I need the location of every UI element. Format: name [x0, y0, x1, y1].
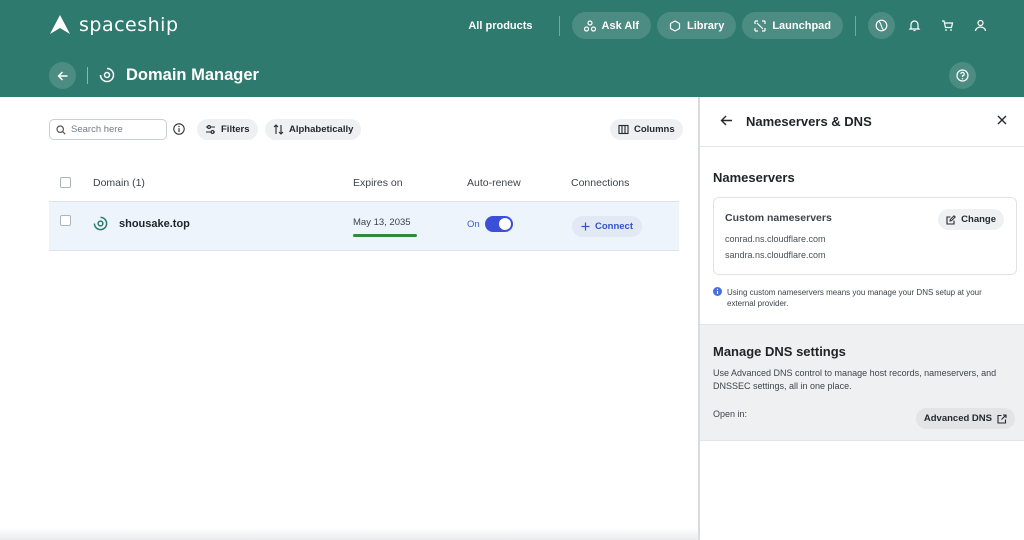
- custom-nameservers-label: Custom nameservers: [725, 212, 832, 224]
- arrow-left-icon: [57, 71, 67, 80]
- launchpad-button[interactable]: Launchpad: [742, 12, 843, 39]
- launchpad-icon: [754, 19, 766, 32]
- bell-icon: [908, 20, 921, 32]
- sort-arrows-icon: [273, 124, 284, 135]
- nameservers-note: Using custom nameservers means you manag…: [727, 288, 982, 308]
- edit-icon: [946, 214, 957, 225]
- footer-shadow: [0, 528, 698, 540]
- column-header-domain[interactable]: Domain (1): [93, 177, 145, 189]
- ask-alf-label: Ask Alf: [601, 19, 640, 32]
- plus-icon: [581, 222, 590, 231]
- nameservers-dns-panel: Nameservers & DNS Nameservers Custom nam…: [698, 97, 1024, 540]
- globe-icon: [875, 19, 888, 32]
- change-nameservers-button[interactable]: Change: [938, 209, 1004, 230]
- hexagon-icon: [669, 19, 681, 32]
- page-title: Domain Manager: [126, 66, 259, 84]
- info-icon: [713, 287, 722, 296]
- library-button[interactable]: Library: [657, 12, 737, 39]
- external-link-icon: [997, 413, 1007, 424]
- notifications-button[interactable]: [901, 12, 928, 39]
- expiry-progress-fill: [353, 234, 417, 237]
- autorenew-status: On: [467, 219, 480, 230]
- nameserver-2: sandra.ns.cloudflare.com: [725, 250, 826, 260]
- autorenew-toggle[interactable]: [485, 216, 513, 232]
- search-input[interactable]: [71, 124, 161, 135]
- top-nav: All products Ask Alf Library Launchpad: [454, 12, 994, 39]
- help-icon: [956, 69, 969, 82]
- all-products-link[interactable]: All products: [454, 20, 546, 32]
- columns-button[interactable]: Columns: [610, 119, 683, 140]
- open-in-label: Open in:: [713, 409, 748, 419]
- top-header: spaceship All products Ask Alf Library L…: [0, 0, 1024, 97]
- nameservers-heading: Nameservers: [713, 170, 795, 185]
- close-icon[interactable]: [996, 114, 1008, 126]
- dns-settings-description: Use Advanced DNS control to manage host …: [713, 368, 997, 391]
- sort-button[interactable]: Alphabetically: [265, 119, 362, 140]
- change-label: Change: [961, 214, 996, 225]
- title-divider: [87, 67, 88, 84]
- advanced-dns-label: Advanced DNS: [923, 413, 992, 424]
- spaceship-logo-icon: [50, 15, 70, 34]
- nameservers-card: Custom nameservers Change conrad.ns.clou…: [713, 197, 1017, 275]
- column-header-expires[interactable]: Expires on: [353, 177, 403, 189]
- cart-icon: [942, 20, 954, 31]
- domain-target-icon: [99, 67, 115, 83]
- search-icon: [56, 124, 66, 135]
- expiry-date: May 13, 2035: [353, 217, 411, 228]
- back-button[interactable]: [49, 62, 76, 89]
- cart-button[interactable]: [934, 12, 961, 39]
- column-header-connections[interactable]: Connections: [571, 177, 629, 189]
- columns-label: Columns: [634, 124, 675, 135]
- user-icon: [974, 19, 987, 32]
- search-box[interactable]: [49, 119, 167, 140]
- connect-label: Connect: [595, 221, 633, 232]
- info-icon[interactable]: [173, 123, 185, 135]
- panel-title: Nameservers & DNS: [746, 114, 872, 129]
- account-button[interactable]: [967, 12, 994, 39]
- advanced-dns-button[interactable]: Advanced DNS: [915, 408, 1015, 429]
- panel-header: Nameservers & DNS: [700, 97, 1024, 147]
- nameserver-1: conrad.ns.cloudflare.com: [725, 234, 826, 244]
- connect-button[interactable]: Connect: [572, 216, 642, 237]
- row-checkbox[interactable]: [60, 215, 71, 226]
- sliders-icon: [206, 125, 215, 134]
- expiry-progress-bar: [353, 234, 417, 237]
- logo[interactable]: spaceship: [49, 14, 179, 36]
- nav-divider: [855, 15, 856, 36]
- brand-name: spaceship: [79, 14, 179, 36]
- ask-alf-button[interactable]: Ask Alf: [571, 12, 652, 39]
- theme-button[interactable]: [868, 12, 895, 39]
- arrow-left-icon[interactable]: [720, 114, 733, 127]
- domain-target-icon: [93, 216, 108, 231]
- library-label: Library: [687, 19, 725, 32]
- dns-settings-heading: Manage DNS settings: [713, 344, 846, 359]
- filters-label: Filters: [221, 124, 250, 135]
- columns-icon: [618, 124, 629, 135]
- column-header-autorenew[interactable]: Auto-renew: [467, 177, 521, 189]
- nav-divider: [558, 15, 560, 36]
- nodes-icon: [583, 19, 596, 32]
- dns-settings-section: Manage DNS settings Use Advanced DNS con…: [700, 324, 1024, 441]
- sort-label: Alphabetically: [289, 124, 354, 135]
- help-button[interactable]: [949, 62, 976, 89]
- domain-name[interactable]: shousake.top: [119, 218, 190, 230]
- select-all-checkbox[interactable]: [60, 177, 71, 188]
- launchpad-label: Launchpad: [772, 19, 831, 32]
- filters-button[interactable]: Filters: [197, 119, 258, 140]
